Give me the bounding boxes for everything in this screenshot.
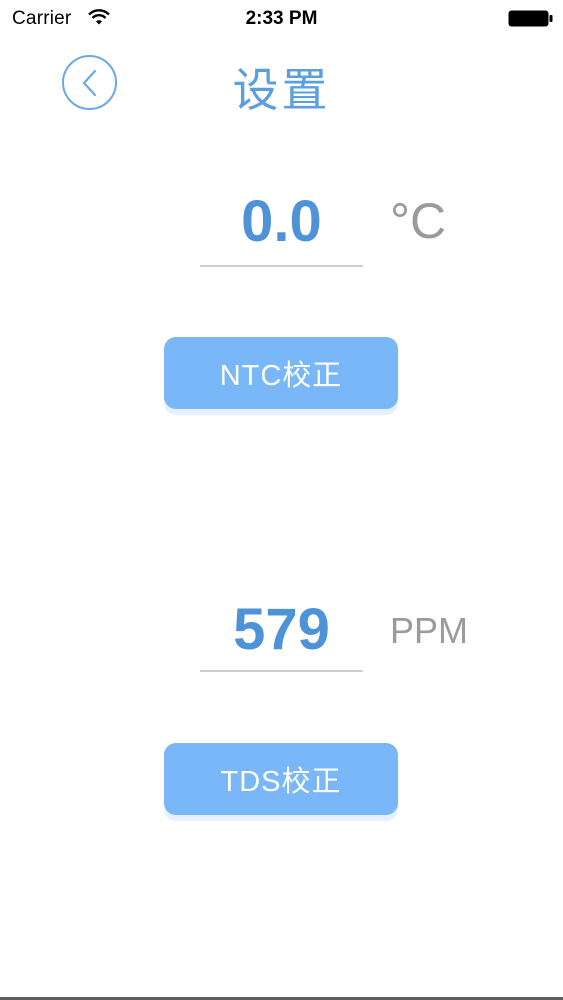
clock: 2:33 PM [245, 8, 318, 29]
tds-unit: PPM [390, 610, 469, 651]
status-bar: Carrier 2:33 PM [0, 0, 563, 40]
ntc-calibrate-label: NTC校正 [219, 360, 343, 392]
tds-value[interactable]: 579 [200, 596, 363, 663]
tds-calibrate-label: TDS校正 [220, 766, 342, 798]
tds-underline [200, 670, 363, 672]
battery-icon [508, 10, 554, 27]
ntc-calibrate-button[interactable]: NTC校正 [164, 337, 398, 409]
page-title: 设置 [232, 64, 331, 116]
temperature-underline [200, 265, 363, 267]
tds-calibrate-button[interactable]: TDS校正 [164, 743, 398, 815]
temperature-unit: °C [390, 193, 447, 249]
temperature-value[interactable]: 0.0 [200, 188, 363, 255]
